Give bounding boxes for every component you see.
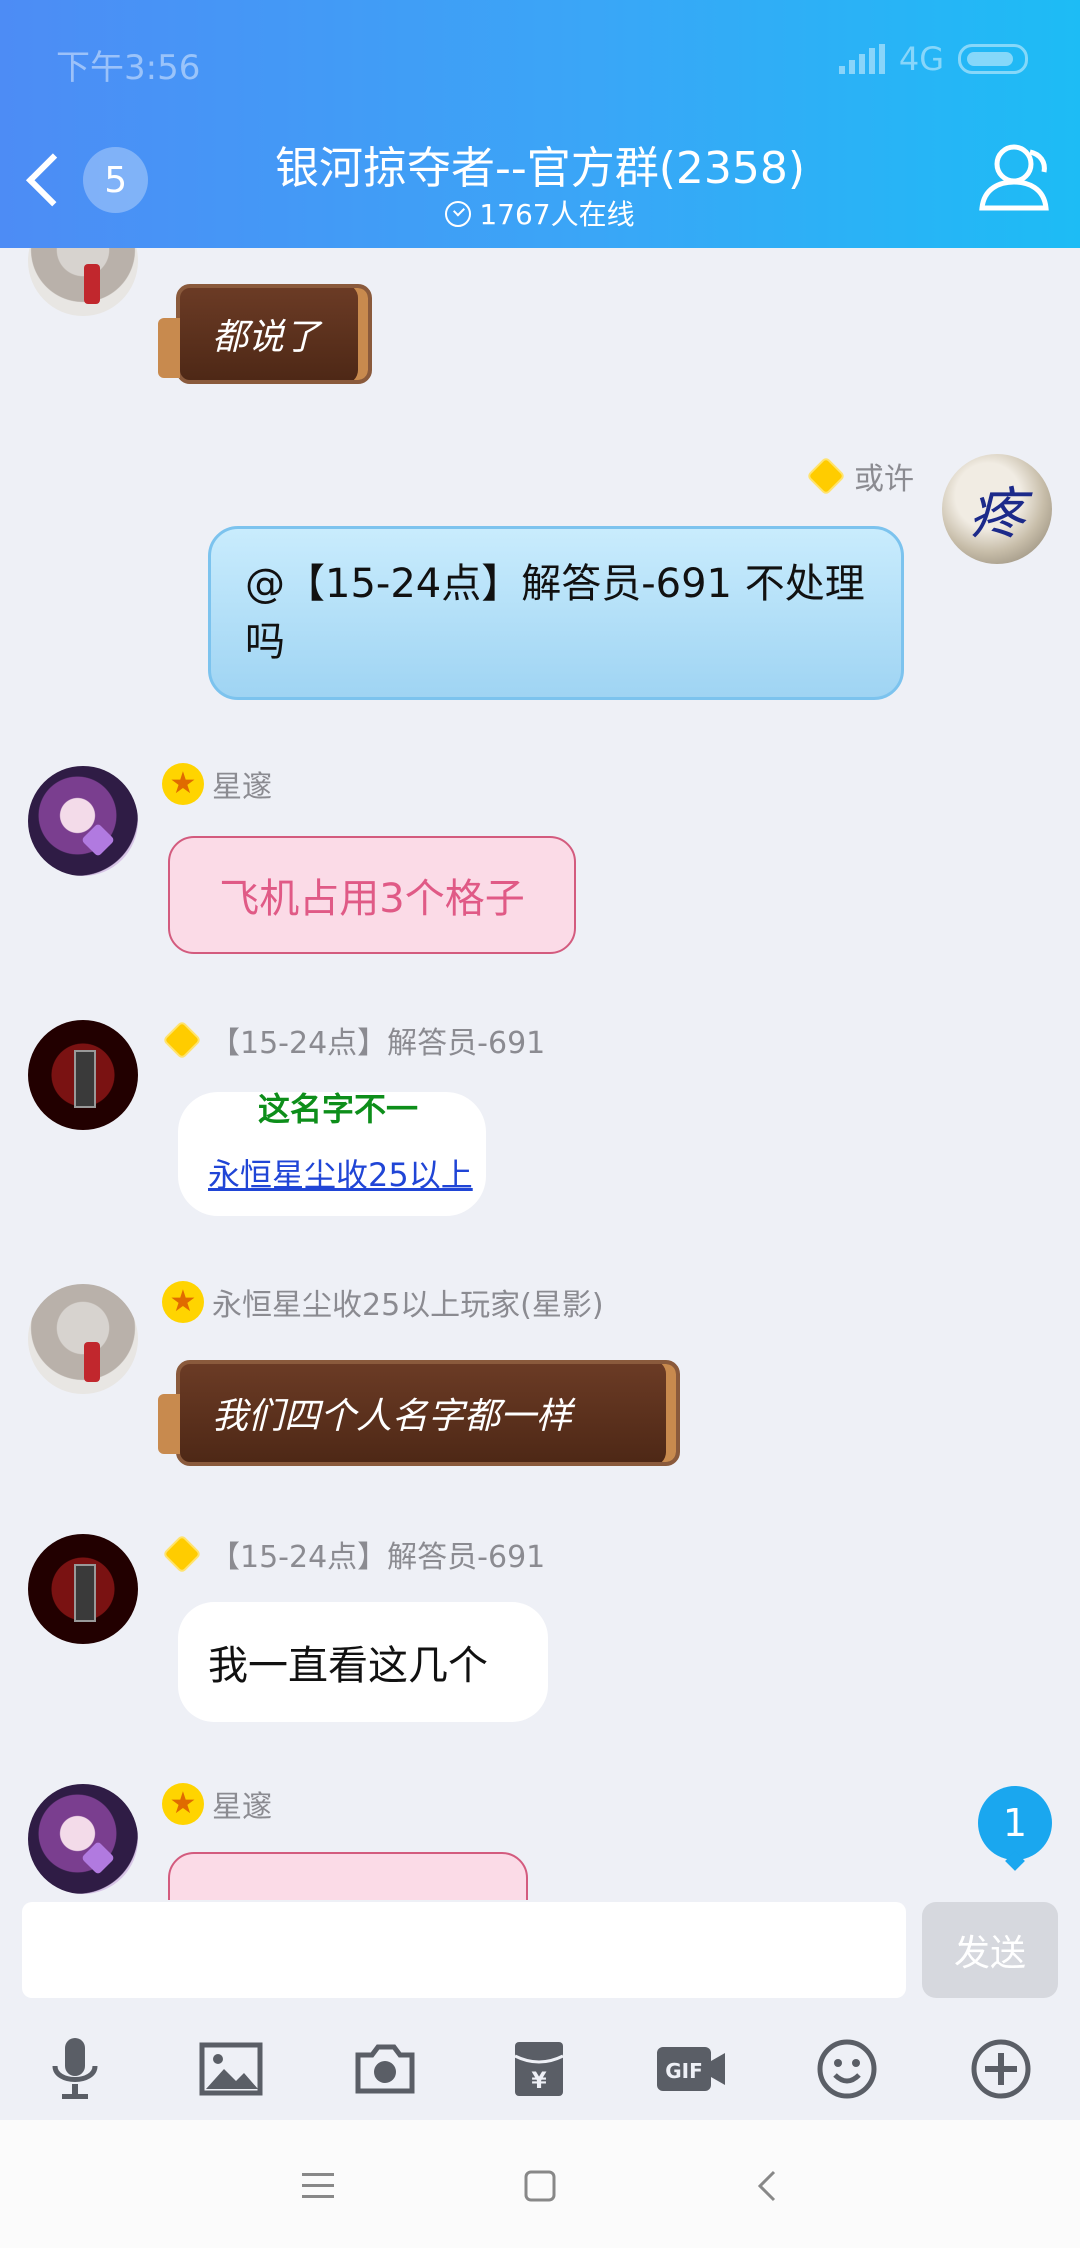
sender-name: ★ 永恒星尘收25以上玩家(星影) <box>162 1280 604 1324</box>
signal-icon <box>838 44 885 74</box>
sender-name: ★ 星邃 <box>162 1782 272 1826</box>
red-packet-icon[interactable]: ¥ <box>500 2030 578 2108</box>
online-count: 1767人在线 <box>0 193 1080 233</box>
message-input[interactable] <box>22 1902 906 1998</box>
send-button[interactable]: 发送 <box>922 1902 1058 1998</box>
rank-badge-icon <box>162 1534 202 1574</box>
message-bubble[interactable]: 我一直看这几个 <box>178 1602 548 1722</box>
system-nav-bar <box>0 2120 1080 2248</box>
new-message-badge[interactable]: 1 <box>978 1786 1052 1860</box>
message-bubble[interactable]: @【15-24点】解答员-691 不处理吗 <box>208 526 904 700</box>
avatar[interactable] <box>28 1284 138 1394</box>
network-type: 4G <box>898 40 944 78</box>
rank-badge-icon: ★ <box>162 1783 204 1825</box>
sender-label: 【15-24点】解答员-691 <box>210 1540 546 1575</box>
rank-badge-icon: ★ <box>162 763 204 805</box>
camera-icon[interactable] <box>346 2030 424 2108</box>
sender-name: 【15-24点】解答员-691 <box>162 1018 545 1062</box>
sender-name: ★ 星邃 <box>162 762 272 806</box>
gif-icon[interactable]: GIF <box>652 2030 730 2108</box>
group-members-button[interactable] <box>970 138 1060 218</box>
message-text: 我一直看这几个 <box>208 1643 488 1689</box>
sender-name: 或许 <box>806 454 914 498</box>
message-bubble[interactable] <box>168 1852 528 1900</box>
home-icon[interactable] <box>512 2158 568 2214</box>
status-time: 下午3:56 <box>56 48 201 88</box>
image-icon[interactable] <box>192 2030 270 2108</box>
message-text: @【15-24点】解答员-691 不处理吗 <box>245 561 865 665</box>
image-text: 这名字不一 <box>258 1092 419 1128</box>
sender-label: 永恒星尘收25以上玩家(星影) <box>212 1288 604 1323</box>
message-text: 我们四个人名字都一样 <box>212 1396 573 1437</box>
microphone-icon[interactable] <box>36 2030 114 2108</box>
sender-label: 或许 <box>854 462 914 497</box>
message-bubble[interactable]: 都说了 <box>158 284 372 384</box>
avatar-glyph: 疼 <box>969 481 1025 547</box>
plus-icon[interactable] <box>962 2030 1040 2108</box>
online-text: 1767人在线 <box>479 198 635 231</box>
unread-count: 1 <box>1002 1801 1028 1845</box>
person-icon <box>979 144 1049 211</box>
menu-icon[interactable] <box>290 2158 346 2214</box>
sender-name: 【15-24点】解答员-691 <box>162 1532 545 1576</box>
input-bar: 发送 <box>0 1900 1080 2018</box>
rank-badge-icon <box>162 1020 202 1060</box>
group-title[interactable]: 银河掠夺者--官方群(2358) <box>0 132 1080 196</box>
message-text: 都说了 <box>212 317 321 358</box>
sender-label: 星邃 <box>212 770 272 805</box>
message-list[interactable]: 都说了 疼 或许 @【15-24点】解答员-691 不处理吗 ★ 星邃 飞机占用… <box>0 248 1080 1900</box>
rank-badge-icon <box>806 456 846 496</box>
avatar[interactable]: 疼 <box>942 454 1052 564</box>
avatar[interactable] <box>28 766 138 876</box>
chat-header: 下午3:56 4G 5 银河掠夺者--官方群(2358) 1767人在线 <box>0 0 1080 248</box>
avatar[interactable] <box>28 1534 138 1644</box>
avatar[interactable] <box>28 1784 138 1894</box>
avatar[interactable] <box>28 248 138 316</box>
svg-text:¥: ¥ <box>531 2069 547 2094</box>
check-circle-icon <box>445 201 472 227</box>
battery-icon <box>958 44 1028 74</box>
image-message[interactable]: 这名字不一 永恒星尘收25以上 <box>178 1092 486 1216</box>
sender-label: 【15-24点】解答员-691 <box>210 1026 546 1061</box>
avatar[interactable] <box>28 1020 138 1130</box>
image-link-text: 永恒星尘收25以上 <box>208 1156 473 1194</box>
message-text: 飞机占用3个格子 <box>219 876 525 922</box>
svg-text:GIF: GIF <box>665 2059 703 2083</box>
status-icons: 4G <box>838 40 1028 78</box>
back-icon[interactable] <box>740 2158 796 2214</box>
emoji-icon[interactable] <box>808 2030 886 2108</box>
rank-badge-icon: ★ <box>162 1281 204 1323</box>
input-toolbar: ¥ GIF <box>0 2018 1080 2120</box>
message-bubble[interactable]: 我们四个人名字都一样 <box>158 1360 680 1466</box>
sender-label: 星邃 <box>212 1790 272 1825</box>
message-bubble[interactable]: 飞机占用3个格子 <box>168 836 576 954</box>
